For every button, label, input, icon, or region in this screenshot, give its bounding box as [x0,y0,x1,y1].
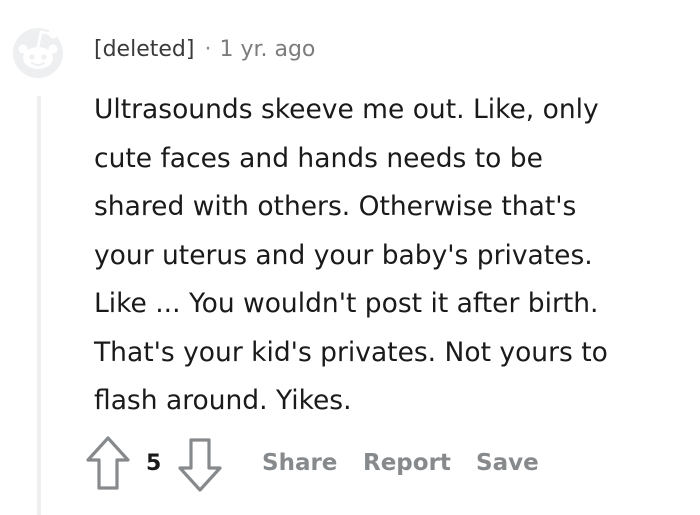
comment-actions: 5 Share Report Save [84,434,644,494]
save-button[interactable]: Save [476,450,539,476]
comment-body-line: flash around. Yikes. [94,385,352,416]
report-button[interactable]: Report [363,450,451,476]
comment-body-line: Like ... You wouldn't post it after birt… [94,288,599,319]
avatar[interactable] [7,24,73,78]
upvote-button[interactable] [84,434,132,494]
comment-body-line: Ultrasounds skeeve me out. Like, only [94,94,599,125]
comment: [deleted] · 1 yr. ago Ultrasounds skeeve… [0,0,700,515]
comment-body: Ultrasounds skeeve me out. Like, only cu… [94,86,684,426]
comment-body-line: cute faces and hands needs to be [94,142,543,174]
vote-score: 5 [146,451,162,476]
share-button[interactable]: Share [262,450,337,476]
comment-body-line: That's your kid's privates. Not yours to [94,336,608,368]
meta-separator: · [204,36,212,62]
comment-timestamp[interactable]: 1 yr. ago [219,37,315,62]
upvote-arrow-icon [86,436,130,490]
thread-line[interactable] [37,96,41,515]
comment-body-line: your uterus and your baby's privates. [94,239,593,271]
comment-meta: [deleted] · 1 yr. ago [94,34,315,64]
snoo-avatar-icon [13,28,63,78]
comment-body-line: shared with others. Otherwise that's [94,191,577,222]
downvote-button[interactable] [176,434,224,494]
downvote-arrow-icon [178,438,222,492]
author-name[interactable]: [deleted] [94,37,194,62]
